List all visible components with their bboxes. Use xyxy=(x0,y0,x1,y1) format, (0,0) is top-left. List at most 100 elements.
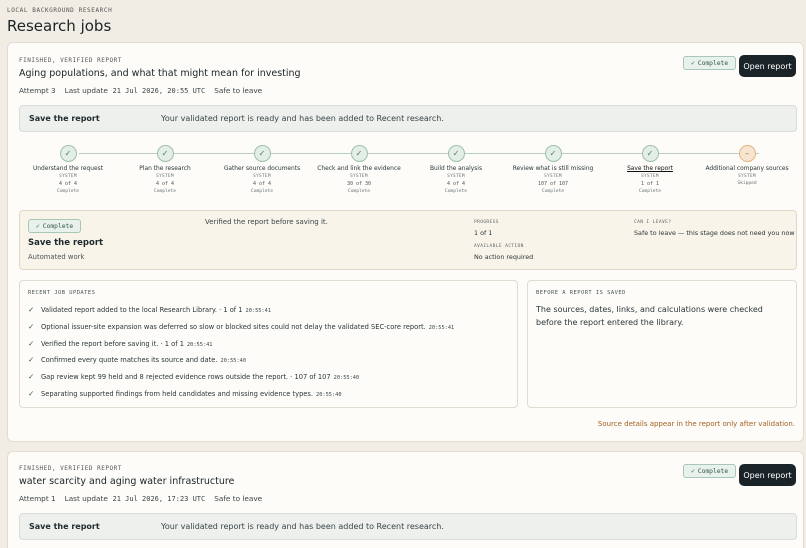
step-state: Complete xyxy=(250,189,274,194)
check-icon: ✓ xyxy=(28,372,35,382)
step-check-evidence[interactable]: ✓ Check and link the evidence SYSTEM 30 … xyxy=(311,143,407,194)
stage-description: Verified the report before saving it. xyxy=(205,218,328,226)
status-badge: ✓ Complete xyxy=(683,56,737,70)
list-item: ✓ Validated report added to the local Res… xyxy=(28,305,272,314)
job-title[interactable]: water scarcity and aging water infrastru… xyxy=(19,476,234,487)
job-safe-status: Safe to leave xyxy=(214,494,263,503)
banner-title: Save the report xyxy=(29,522,100,531)
step-plan[interactable]: ✓ Plan the research SYSTEM 4 of 4 Comple… xyxy=(117,143,213,194)
step-count: 1 of 1 xyxy=(640,181,660,187)
step-owner: SYSTEM xyxy=(738,174,756,179)
page-eyebrow: LOCAL BACKGROUND RESEARCH xyxy=(7,7,113,14)
stage-subtitle: Automated work xyxy=(28,253,85,261)
status-badge: ✓ Complete xyxy=(28,219,82,233)
stage-detail-panel: ✓ Complete Save the report Automated work… xyxy=(19,210,797,270)
check-icon: ✓ xyxy=(641,145,659,162)
stage-title: Save the report xyxy=(28,238,104,248)
job-last-update: Last update 21 Jul 2026, 17:23 UTC xyxy=(64,494,206,503)
step-count: 30 of 30 xyxy=(346,181,372,187)
job-card: FINISHED, VERIFIED REPORT water scarcity… xyxy=(7,451,804,548)
check-icon: ✓ xyxy=(36,222,40,230)
list-item: ✓ Gap review kept 99 held and 8 rejected … xyxy=(28,372,360,382)
updates-heading: RECENT JOB UPDATES xyxy=(28,290,96,296)
step-owner: SYSTEM xyxy=(447,174,465,179)
step-owner: SYSTEM xyxy=(156,174,174,179)
step-name: Plan the research xyxy=(139,166,191,172)
step-state: Complete xyxy=(541,189,565,194)
step-state: Complete xyxy=(347,189,371,194)
list-item: ✓ Separating supported findings from held… xyxy=(28,388,342,398)
job-meta: Attempt 3 Last update 21 Jul 2026, 20:55… xyxy=(19,86,262,95)
step-owner: SYSTEM xyxy=(253,174,271,179)
banner-message: Your validated report is ready and has b… xyxy=(161,114,444,123)
check-icon: ✓ xyxy=(691,59,695,67)
status-badge: ✓ Complete xyxy=(683,464,737,478)
step-build-analysis[interactable]: ✓ Build the analysis SYSTEM 4 of 4 Compl… xyxy=(408,143,504,194)
step-name: Understand the request xyxy=(32,166,104,172)
job-status-label: FINISHED, VERIFIED REPORT xyxy=(19,465,122,472)
job-status-label: FINISHED, VERIFIED REPORT xyxy=(19,57,122,64)
step-owner: SYSTEM xyxy=(641,174,659,179)
open-report-button[interactable]: Open report xyxy=(739,464,796,486)
step-state: Complete xyxy=(153,189,177,194)
before-text: The sources, dates, links, and calculati… xyxy=(536,305,763,327)
progress-label: PROGRESS xyxy=(474,220,499,225)
recent-updates-panel: RECENT JOB UPDATES ✓ Validated report add… xyxy=(19,280,518,408)
save-report-banner: Save the report Your validated report is… xyxy=(19,105,797,132)
progress-value: 1 of 1 xyxy=(474,229,493,237)
banner-message: Your validated report is ready and has b… xyxy=(161,522,444,531)
banner-title: Save the report xyxy=(29,114,100,123)
step-understand[interactable]: ✓ Understand the request SYSTEM 4 of 4 C… xyxy=(20,143,116,194)
step-gather[interactable]: ✓ Gather source documents SYSTEM 4 of 4 … xyxy=(214,143,310,194)
step-state: Complete xyxy=(56,189,80,194)
dash-icon: – xyxy=(738,145,756,162)
step-state: Skipped xyxy=(737,181,757,186)
step-count: 4 of 4 xyxy=(446,181,466,187)
step-count: 4 of 4 xyxy=(252,181,272,187)
check-icon: ✓ xyxy=(28,388,35,398)
leave-value: Safe to leave — this stage does not need… xyxy=(634,229,795,237)
check-icon: ✓ xyxy=(691,467,695,475)
step-name: Review what is still missing xyxy=(512,166,594,172)
job-attempt: Attempt 1 xyxy=(19,494,56,503)
check-icon: ✓ xyxy=(28,355,35,365)
step-name: Save the report xyxy=(627,166,673,172)
updates-list: ✓ Validated report added to the local Res… xyxy=(28,305,511,406)
check-icon: ✓ xyxy=(350,145,368,162)
check-icon: ✓ xyxy=(544,145,562,162)
check-icon: ✓ xyxy=(447,145,465,162)
source-note: Source details appear in the report only… xyxy=(597,420,795,428)
step-name: Gather source documents xyxy=(223,166,301,172)
action-label: AVAILABLE ACTION xyxy=(474,244,524,249)
step-review-missing[interactable]: ✓ Review what is still missing SYSTEM 10… xyxy=(505,143,601,194)
step-save-report[interactable]: ✓ Save the report SYSTEM 1 of 1 Complete xyxy=(602,143,698,194)
action-value: No action required xyxy=(474,253,534,261)
check-icon: ✓ xyxy=(59,145,77,162)
step-name: Check and link the evidence xyxy=(317,166,401,172)
list-item: ✓ Confirmed every quote matches its sourc… xyxy=(28,355,247,365)
step-state: Complete xyxy=(638,189,662,194)
list-item: ✓ Optional issuer-site expansion was defe… xyxy=(28,321,455,331)
page-title: Research jobs xyxy=(7,17,112,35)
step-name: Build the analysis xyxy=(429,166,483,172)
open-report-button[interactable]: Open report xyxy=(739,55,796,77)
check-icon: ✓ xyxy=(28,305,35,314)
job-attempt: Attempt 3 xyxy=(19,86,56,95)
job-safe-status: Safe to leave xyxy=(214,86,263,95)
check-icon: ✓ xyxy=(28,321,35,331)
save-report-banner: Save the report Your validated report is… xyxy=(19,513,797,540)
leave-label: CAN I LEAVE? xyxy=(634,220,672,225)
job-meta: Attempt 1 Last update 21 Jul 2026, 17:23… xyxy=(19,494,262,503)
job-last-update: Last update 21 Jul 2026, 20:55 UTC xyxy=(64,86,206,95)
check-icon: ✓ xyxy=(156,145,174,162)
progress-stepper: ✓ Understand the request SYSTEM 4 of 4 C… xyxy=(19,143,797,205)
check-icon: ✓ xyxy=(253,145,271,162)
job-title[interactable]: Aging populations, and what that might m… xyxy=(19,68,301,79)
list-item: ✓ Verified the report before saving it. ·… xyxy=(28,338,213,348)
step-state: Complete xyxy=(444,189,468,194)
step-owner: SYSTEM xyxy=(544,174,562,179)
step-additional-sources[interactable]: – Additional company sources SYSTEM Skip… xyxy=(699,143,795,186)
step-name: Additional company sources xyxy=(705,166,789,172)
before-heading: BEFORE A REPORT IS SAVED xyxy=(536,290,626,296)
step-owner: SYSTEM xyxy=(350,174,368,179)
